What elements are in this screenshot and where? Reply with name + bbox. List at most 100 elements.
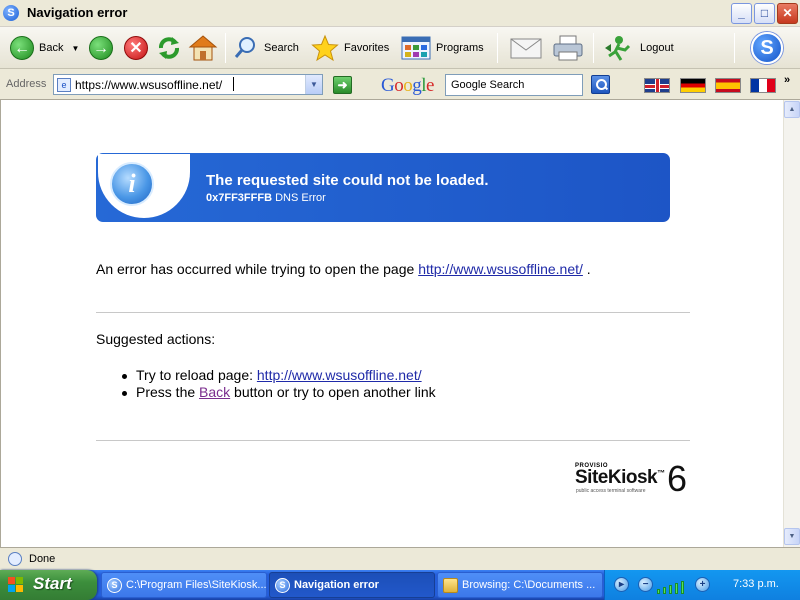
search-label: Search [264, 42, 299, 54]
maximize-button[interactable]: □ [754, 3, 775, 24]
forward-arrow-icon: → [89, 36, 113, 60]
error-text-suffix: . [586, 261, 591, 277]
refresh-button[interactable] [156, 33, 182, 63]
sitekiosk-tagline: public access terminal software [576, 488, 646, 494]
back-link[interactable]: Back [199, 384, 230, 400]
speech-bubble: i [98, 154, 190, 218]
email-icon [510, 38, 542, 59]
taskbar-item-label: Browsing: C:\Documents ... [462, 579, 596, 591]
programs-icon [401, 36, 431, 60]
back-text-suffix: button or try to open another link [234, 384, 436, 400]
back-button[interactable]: ← Back ▼ [10, 33, 79, 63]
volume-level-icon[interactable] [657, 578, 691, 594]
volume-down-icon[interactable]: − [638, 577, 653, 592]
scroll-down-icon[interactable]: ▼ [784, 528, 800, 545]
sitekiosk-app-icon: S [3, 5, 19, 21]
error-text-prefix: An error has occurred while trying to op… [96, 261, 415, 277]
folder-icon [443, 578, 458, 593]
taskbar-item-navigation-error[interactable]: S Navigation error [269, 572, 435, 598]
stop-icon: ✕ [124, 36, 148, 60]
search-icon [234, 37, 255, 58]
german-flag-icon[interactable] [680, 78, 706, 93]
refresh-icon [159, 37, 179, 59]
sitekiosk-icon: S [107, 578, 122, 593]
error-message: An error has occurred while trying to op… [96, 261, 591, 277]
logout-label: Logout [640, 42, 674, 54]
error-title: The requested site could not be loaded. [206, 172, 489, 189]
divider [96, 440, 690, 441]
printer-icon [553, 35, 583, 61]
page-icon: e [57, 78, 71, 92]
minimize-button[interactable]: _ [731, 3, 752, 24]
title-bar: S Navigation error _ □ ✕ [0, 0, 800, 27]
taskbar-item-label: C:\Program Files\SiteKiosk... [126, 579, 267, 591]
more-chevron-icon[interactable]: » [784, 74, 790, 86]
reload-link[interactable]: http://www.wsusoffline.net/ [257, 367, 422, 383]
start-label: Start [33, 574, 72, 593]
main-toolbar: ← Back ▼ → ✕ Search Favorites Programs L… [0, 27, 800, 69]
english-flag-icon[interactable] [644, 78, 670, 93]
sitekiosk-logo-icon: S [751, 32, 783, 64]
spanish-flag-icon[interactable] [715, 78, 741, 93]
vertical-scrollbar[interactable]: ▲ ▼ [783, 100, 800, 547]
taskbar-item-browsing[interactable]: Browsing: C:\Documents ... [437, 572, 603, 598]
programs-label: Programs [436, 42, 484, 54]
divider [96, 312, 690, 313]
windows-logo-icon [8, 577, 25, 593]
forward-button[interactable]: → [89, 33, 113, 63]
address-label: Address [6, 78, 47, 90]
suggested-heading: Suggested actions: [96, 331, 216, 347]
french-flag-icon[interactable] [750, 78, 776, 93]
back-dropdown-icon[interactable]: ▼ [71, 44, 79, 53]
favorites-label: Favorites [344, 42, 390, 54]
email-button[interactable] [509, 33, 543, 63]
text-cursor [233, 77, 238, 91]
status-bar: Done [0, 547, 800, 569]
programs-button[interactable]: Programs [401, 33, 484, 63]
taskbar-item-label: Navigation error [294, 579, 379, 591]
error-code-line: 0x7FF3FFFB DNS Error [206, 192, 326, 204]
start-button[interactable]: Start [0, 570, 97, 600]
error-page-link[interactable]: http://www.wsusoffline.net/ [418, 261, 583, 277]
error-banner: i The requested site could not be loaded… [96, 153, 670, 222]
page-content: i The requested site could not be loaded… [0, 100, 783, 547]
stop-button[interactable]: ✕ [124, 33, 148, 63]
google-search-value: Google Search [451, 79, 525, 91]
address-input[interactable]: e https://www.wsusoffline.net/ ▼ [53, 74, 323, 95]
sitekiosk-version: 6 [667, 458, 688, 499]
scroll-up-icon[interactable]: ▲ [784, 101, 800, 118]
search-button[interactable]: Search [233, 33, 299, 63]
error-type: DNS Error [275, 192, 326, 204]
page-status-icon [8, 552, 22, 566]
sitekiosk-logo: PROVISIO SiteKiosk™ public access termin… [575, 458, 691, 499]
address-url: https://www.wsusoffline.net/ [75, 78, 223, 92]
home-button[interactable] [188, 33, 218, 63]
list-item: Try to reload page: http://www.wsusoffli… [122, 367, 436, 384]
close-button[interactable]: ✕ [777, 3, 798, 24]
sitekiosk-name: SiteKiosk™ [575, 467, 665, 488]
info-icon: i [110, 162, 154, 206]
error-code: 0x7FF3FFFB [206, 192, 273, 204]
taskbar: Start S C:\Program Files\SiteKiosk... S … [0, 570, 800, 600]
speaker-icon[interactable]: ▸ [614, 577, 629, 592]
logout-icon [605, 36, 631, 61]
list-item: Press the Back button or try to open ano… [122, 384, 436, 401]
clock: 7:33 p.m. [733, 578, 779, 590]
taskbar-item-sitekiosk-folder[interactable]: S C:\Program Files\SiteKiosk... [101, 572, 267, 598]
google-search-button[interactable] [591, 75, 610, 94]
go-button[interactable]: ➜ [333, 76, 352, 94]
status-text: Done [29, 553, 56, 565]
volume-up-icon[interactable]: + [695, 577, 710, 592]
home-icon [188, 35, 218, 61]
back-arrow-icon: ← [10, 36, 34, 60]
logout-button[interactable]: Logout [603, 33, 674, 63]
suggested-actions-list: Try to reload page: http://www.wsusoffli… [122, 367, 436, 401]
print-button[interactable] [552, 33, 584, 63]
address-dropdown-icon[interactable]: ▼ [305, 75, 322, 94]
google-logo: Google [381, 75, 434, 96]
google-search-input[interactable]: Google Search [445, 74, 583, 96]
reload-text: Try to reload page: [136, 367, 253, 383]
favorites-button[interactable]: Favorites [311, 33, 389, 63]
window-title: Navigation error [27, 5, 128, 20]
star-icon [311, 34, 339, 62]
